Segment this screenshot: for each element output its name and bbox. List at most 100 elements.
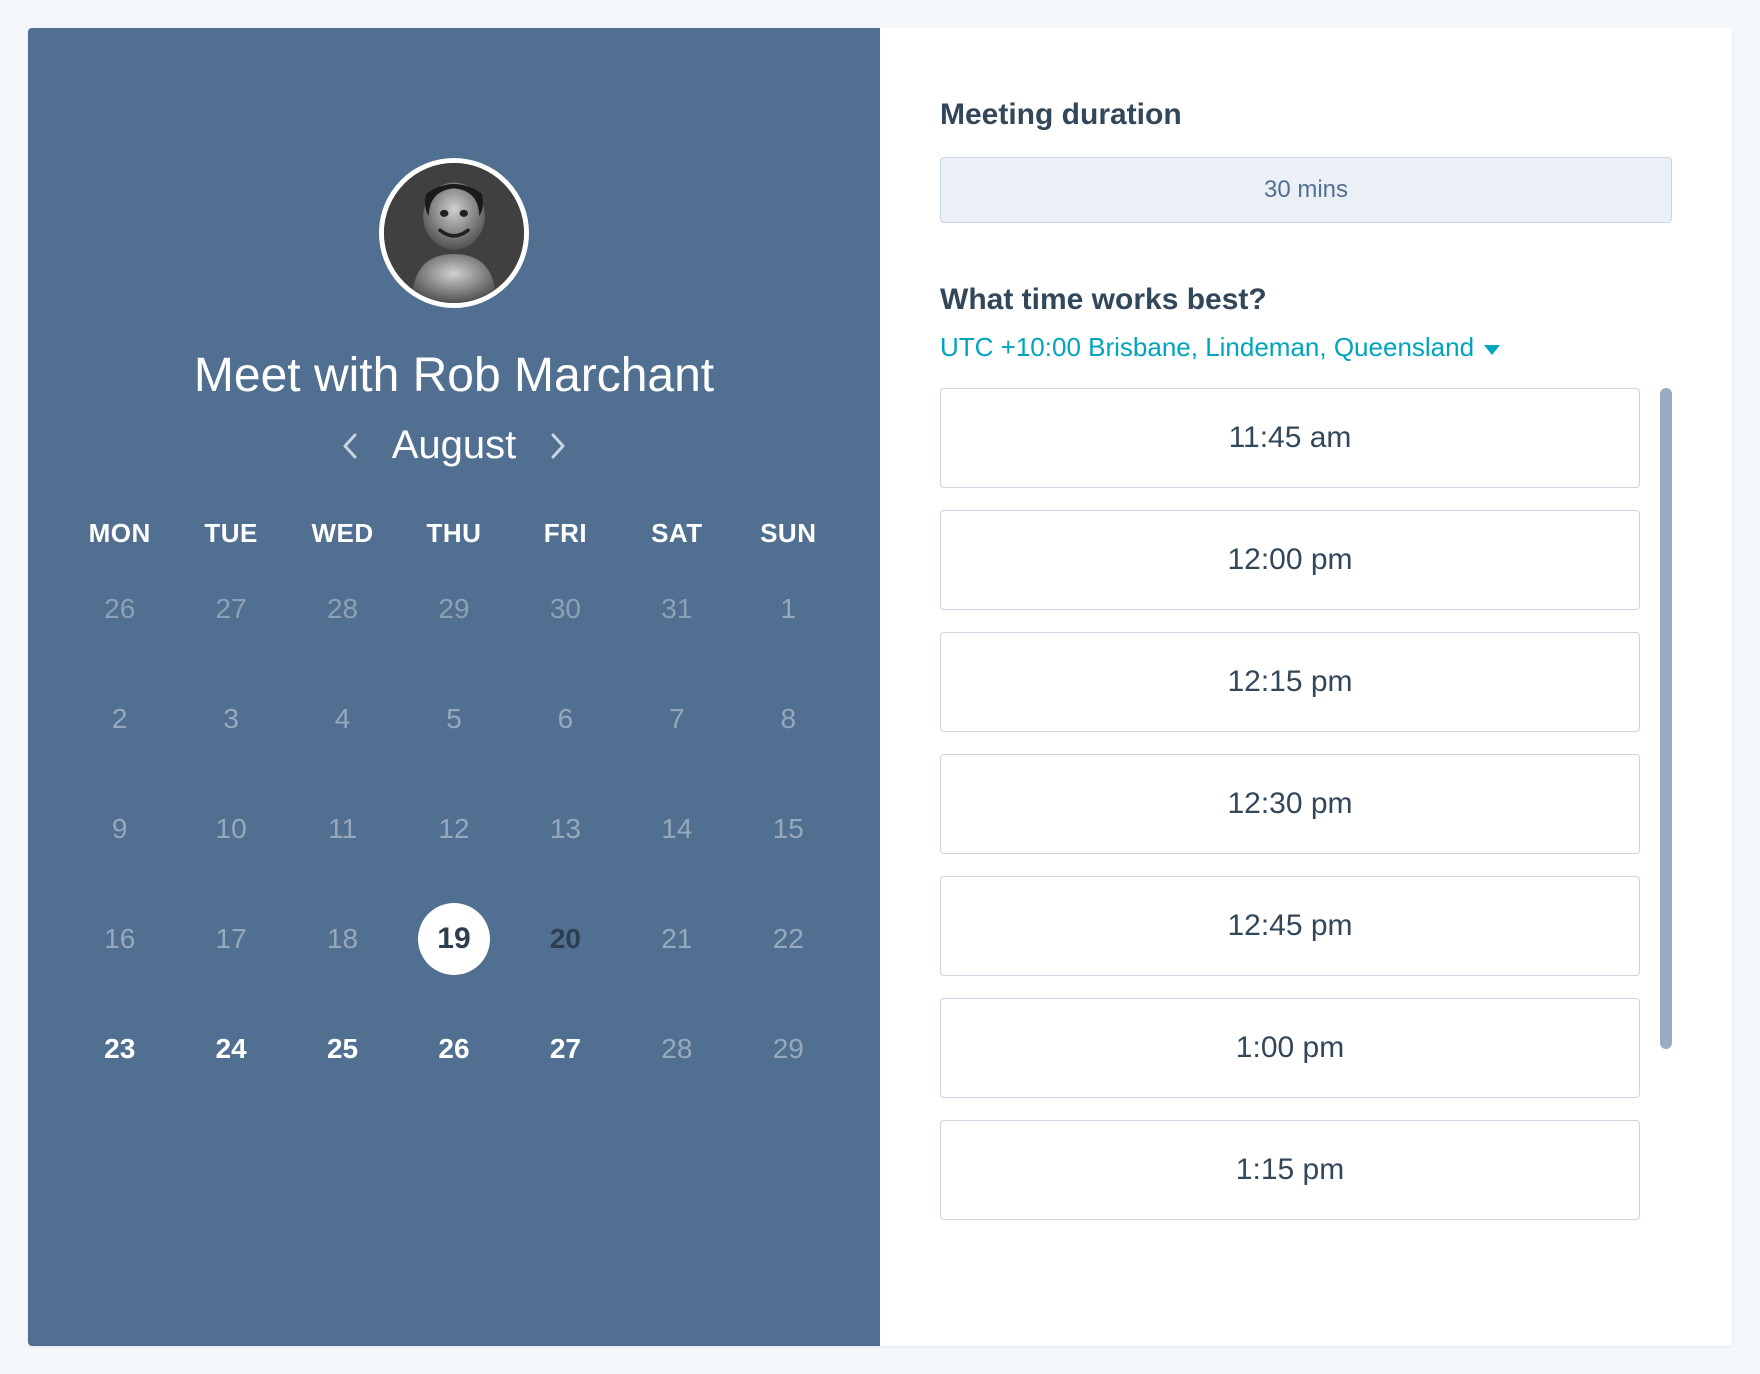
calendar-panel: Meet with Rob Marchant August MONTUEWEDT… [28,28,880,1346]
time-slot[interactable]: 12:00 pm [940,510,1640,610]
calendar-day[interactable]: 2 [93,692,147,746]
calendar-day[interactable]: 13 [538,802,592,856]
host-avatar [379,158,529,308]
calendar-day[interactable]: 5 [427,692,481,746]
calendar-day[interactable]: 25 [316,1022,370,1076]
calendar-day-cell: 1 [733,579,844,639]
calendar-day[interactable]: 24 [204,1022,258,1076]
calendar-day[interactable]: 29 [427,582,481,636]
calendar-day[interactable]: 19 [418,903,490,975]
calendar-grid: MONTUEWEDTHUFRISATSUN 262728293031123456… [64,518,844,1079]
calendar-day-cell: 21 [621,909,732,969]
calendar-day[interactable]: 17 [204,912,258,966]
duration-selector[interactable]: 30 mins [940,157,1672,223]
calendar-day[interactable]: 20 [538,912,592,966]
calendar-day[interactable]: 15 [761,802,815,856]
time-slot[interactable]: 12:30 pm [940,754,1640,854]
calendar-day-cell: 31 [621,579,732,639]
calendar-day-cell: 16 [64,909,175,969]
calendar-day[interactable]: 28 [316,582,370,636]
calendar-day-cell: 15 [733,799,844,859]
month-label: August [392,423,517,468]
prev-month-button[interactable] [338,434,362,458]
weekday-header-row: MONTUEWEDTHUFRISATSUN [64,518,844,549]
time-slots-list[interactable]: 11:45 am 12:00 pm 12:15 pm 12:30 pm 12:45 pm… [940,388,1645,1306]
calendar-day[interactable]: 31 [650,582,704,636]
timezone-selector[interactable]: UTC +10:00 Brisbane, Lindeman, Queenslan… [940,332,1672,363]
timezone-label: UTC +10:00 Brisbane, Lindeman, Queenslan… [940,332,1474,363]
days-grid: 2627282930311234567891011121314151617181… [64,579,844,1079]
calendar-day[interactable]: 16 [93,912,147,966]
calendar-day[interactable]: 30 [538,582,592,636]
calendar-day-cell: 9 [64,799,175,859]
time-slot[interactable]: 12:15 pm [940,632,1640,732]
weekday-header: WED [287,518,398,549]
calendar-day-cell: 8 [733,689,844,749]
calendar-day-cell: 24 [175,1019,286,1079]
weekday-header: MON [64,518,175,549]
calendar-day[interactable]: 6 [538,692,592,746]
time-slot[interactable]: 1:15 pm [940,1120,1640,1220]
calendar-day-cell: 20 [510,909,621,969]
weekday-header: THU [398,518,509,549]
month-navigation: August [338,423,571,468]
weekday-header: TUE [175,518,286,549]
weekday-header: FRI [510,518,621,549]
calendar-day-cell: 13 [510,799,621,859]
caret-down-icon [1484,345,1500,355]
calendar-day[interactable]: 10 [204,802,258,856]
calendar-day[interactable]: 8 [761,692,815,746]
next-month-button[interactable] [546,434,570,458]
time-slot[interactable]: 11:45 am [940,388,1640,488]
calendar-day[interactable]: 27 [538,1022,592,1076]
calendar-day-cell: 11 [287,799,398,859]
calendar-day-cell: 22 [733,909,844,969]
calendar-day[interactable]: 27 [204,582,258,636]
calendar-day-cell: 3 [175,689,286,749]
calendar-day-cell: 14 [621,799,732,859]
calendar-day[interactable]: 28 [650,1022,704,1076]
calendar-day[interactable]: 23 [93,1022,147,1076]
calendar-day[interactable]: 22 [761,912,815,966]
scrollbar-thumb[interactable] [1660,388,1672,1049]
calendar-day-cell: 29 [398,579,509,639]
calendar-day[interactable]: 7 [650,692,704,746]
time-slots-wrapper: 11:45 am 12:00 pm 12:15 pm 12:30 pm 12:45 pm… [940,388,1672,1306]
calendar-day[interactable]: 29 [761,1022,815,1076]
calendar-day[interactable]: 21 [650,912,704,966]
calendar-day[interactable]: 26 [93,582,147,636]
calendar-day[interactable]: 4 [316,692,370,746]
time-slot[interactable]: 12:45 pm [940,876,1640,976]
calendar-day-cell: 10 [175,799,286,859]
time-heading: What time works best? [940,283,1672,317]
calendar-day[interactable]: 14 [650,802,704,856]
weekday-header: SUN [733,518,844,549]
calendar-day-cell: 28 [287,579,398,639]
time-selection-panel: Meeting duration 30 mins What time works… [880,28,1732,1346]
calendar-day-cell: 6 [510,689,621,749]
chevron-right-icon [550,433,566,459]
calendar-day[interactable]: 12 [427,802,481,856]
calendar-day[interactable]: 18 [316,912,370,966]
calendar-day[interactable]: 9 [93,802,147,856]
calendar-day[interactable]: 26 [427,1022,481,1076]
duration-heading: Meeting duration [940,98,1672,132]
calendar-day-cell: 28 [621,1019,732,1079]
calendar-day-cell: 26 [64,579,175,639]
calendar-day-cell: 23 [64,1019,175,1079]
calendar-day-cell: 27 [175,579,286,639]
calendar-day-cell: 18 [287,909,398,969]
calendar-day-cell: 29 [733,1019,844,1079]
calendar-day-cell: 4 [287,689,398,749]
calendar-day[interactable]: 3 [204,692,258,746]
calendar-day-cell: 30 [510,579,621,639]
calendar-day-cell: 27 [510,1019,621,1079]
scrollbar-track[interactable] [1660,388,1672,1306]
calendar-day[interactable]: 1 [761,582,815,636]
weekday-header: SAT [621,518,732,549]
calendar-day[interactable]: 11 [316,802,370,856]
meeting-title: Meet with Rob Marchant [194,348,714,403]
time-slot[interactable]: 1:00 pm [940,998,1640,1098]
calendar-day-cell: 19 [398,909,509,969]
scheduler-container: Meet with Rob Marchant August MONTUEWEDT… [28,28,1732,1346]
